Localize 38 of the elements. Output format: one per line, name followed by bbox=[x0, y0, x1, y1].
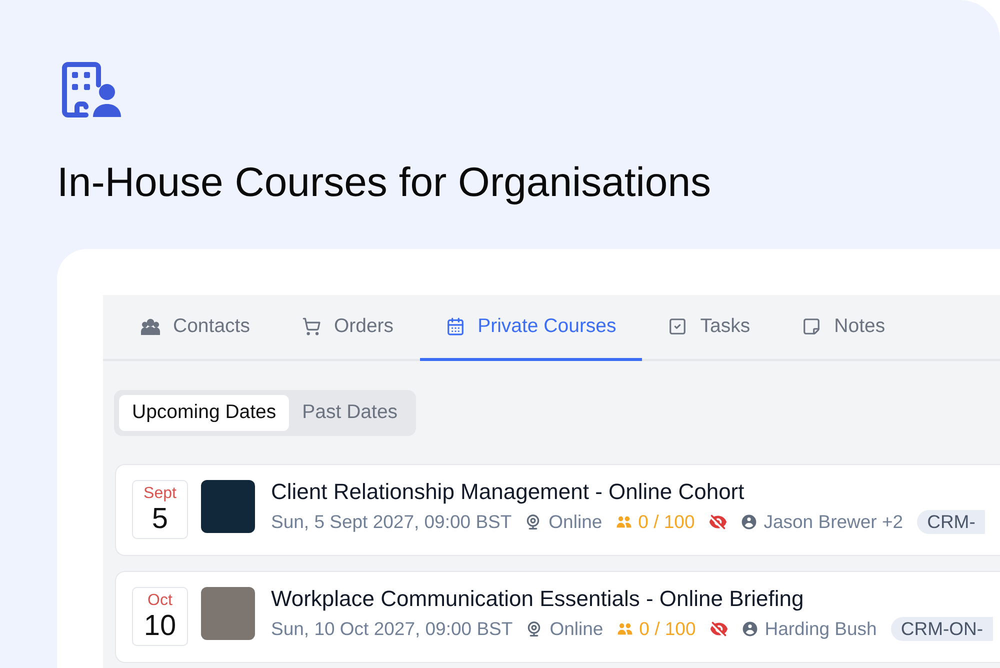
people-group-icon bbox=[141, 317, 160, 336]
course-location: Online bbox=[548, 510, 602, 534]
course-card[interactable]: Oct 10 Workplace Communication Essentials - Online Briefing Sun, 10 Oct 2027, 09:00 BST Online 0 / 100 Harding Bush CRM-ON- bbox=[115, 571, 1000, 663]
cart-icon bbox=[302, 317, 321, 336]
tab[interactable]: Orders bbox=[276, 295, 420, 361]
segment-tab[interactable]: Past Dates bbox=[289, 395, 411, 431]
course-title[interactable]: Client Relationship Management - Online Cohort bbox=[271, 478, 986, 506]
segment-tab[interactable]: Upcoming Dates bbox=[119, 395, 290, 431]
building-person-icon bbox=[62, 62, 122, 118]
note-icon bbox=[802, 317, 822, 336]
date-month: Sept bbox=[144, 484, 176, 502]
tab[interactable]: Tasks bbox=[642, 295, 776, 361]
course-card[interactable]: Sept 5 Client Relationship Management - Online Cohort Sun, 5 Sept 2027, 09:00 BST Online 0 / 100 Jason Brewer +2 CRM- bbox=[115, 464, 1000, 556]
users-icon bbox=[616, 514, 632, 530]
course-code: CRM-ON- bbox=[890, 617, 994, 641]
course-title[interactable]: Workplace Communication Essentials - Online Briefing bbox=[271, 585, 994, 613]
calendar-icon bbox=[446, 317, 465, 336]
trainer-name: Harding Bush bbox=[764, 617, 877, 641]
course-datetime: Sun, 5 Sept 2027, 09:00 BST bbox=[271, 510, 512, 534]
course-code: CRM- bbox=[917, 510, 986, 534]
webcam-icon bbox=[524, 514, 541, 530]
webcam-icon bbox=[526, 621, 542, 637]
course-location: Online bbox=[550, 617, 604, 641]
attendance-count: 0 / 100 bbox=[639, 617, 696, 641]
tab[interactable]: Private Courses bbox=[420, 295, 642, 361]
trainer-name: Jason Brewer +2 bbox=[764, 510, 904, 534]
page-title: In-House Courses for Organisations bbox=[57, 158, 712, 206]
photo-placeholder bbox=[201, 587, 255, 640]
checkbox-icon bbox=[668, 317, 688, 336]
date-day: 5 bbox=[152, 502, 168, 534]
users-icon bbox=[617, 621, 634, 637]
date-day: 10 bbox=[144, 610, 176, 642]
photo-placeholder bbox=[201, 480, 255, 533]
course-datetime: Sun, 10 Oct 2027, 09:00 BST bbox=[271, 617, 513, 641]
tab[interactable]: Contacts bbox=[115, 295, 276, 361]
tab[interactable]: Notes bbox=[776, 295, 912, 361]
attendance-count: 0 / 100 bbox=[638, 510, 695, 534]
date-month: Oct bbox=[148, 592, 172, 610]
